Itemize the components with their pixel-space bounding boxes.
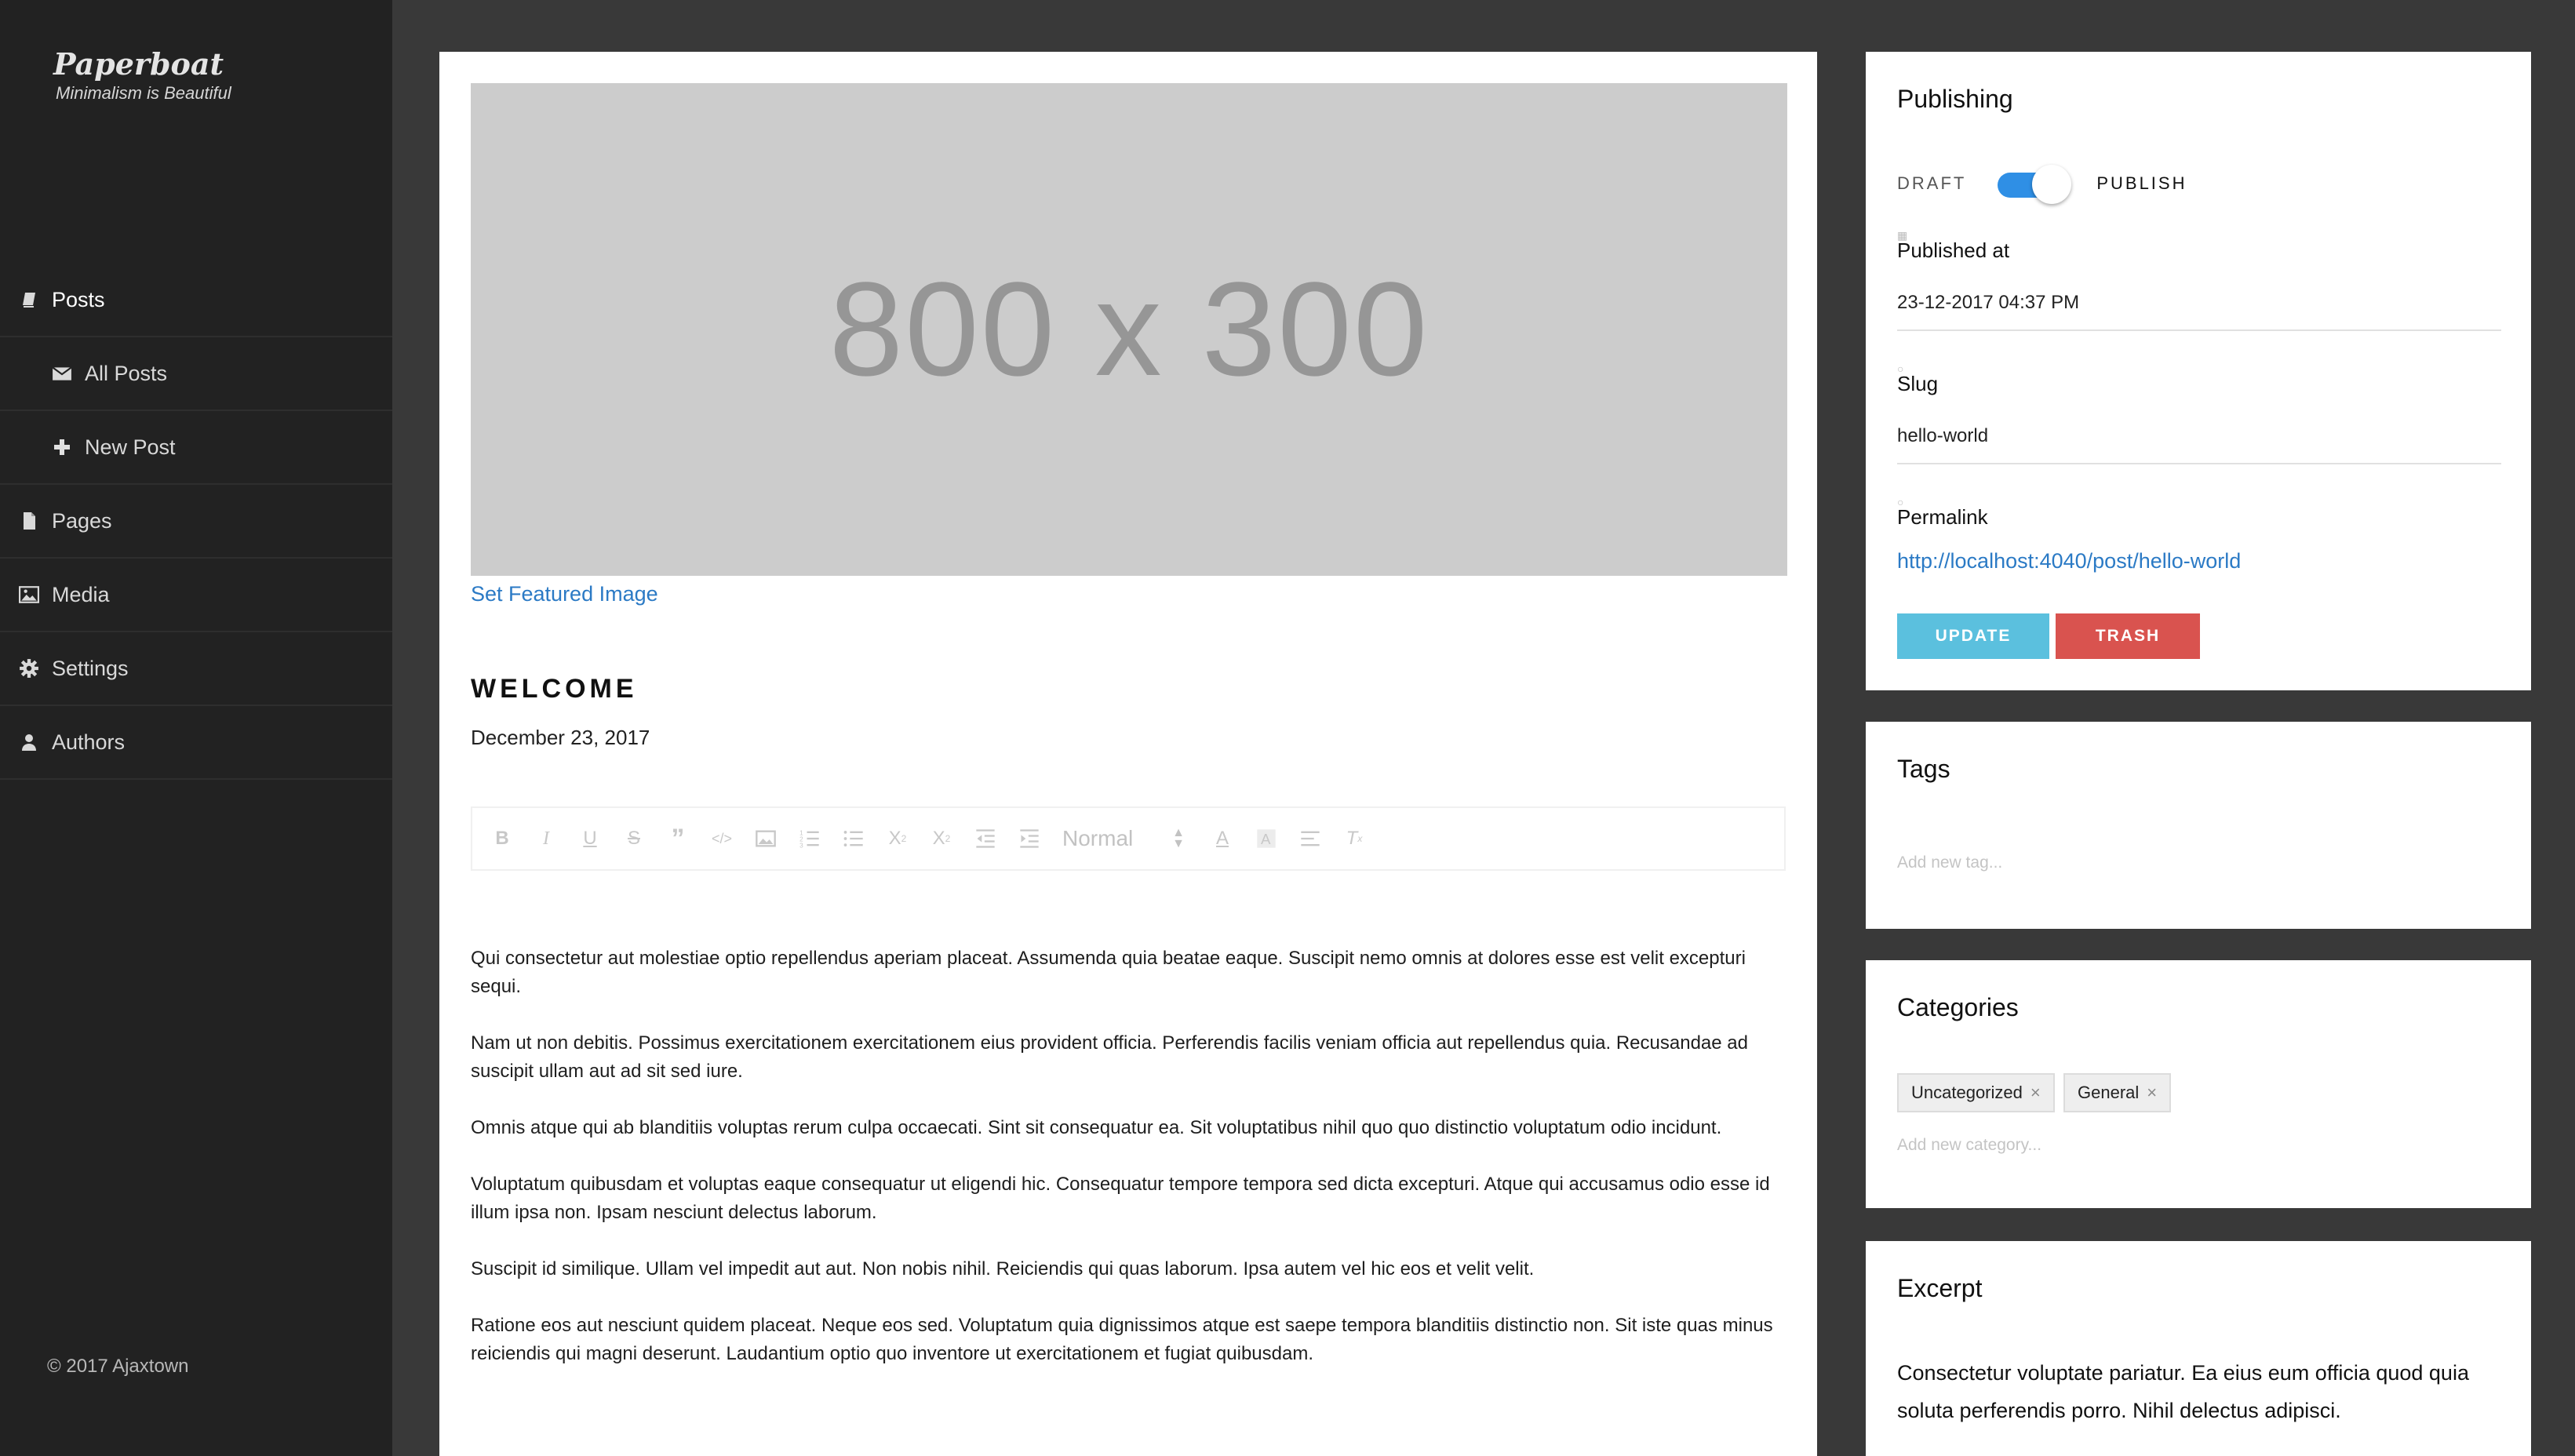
content-paragraph: Omnis atque qui ab blanditiis voluptas r…	[471, 1117, 1722, 1138]
field-underline	[1897, 329, 2501, 331]
post-content[interactable]: Qui consectetur aut molestiae optio repe…	[471, 945, 1789, 1396]
font-color-icon[interactable]: A	[1211, 828, 1233, 850]
underline-icon[interactable]: U	[579, 828, 601, 850]
blockquote-icon[interactable]: ”	[667, 824, 689, 854]
content-paragraph: Ratione eos aut nesciunt quidem placeat.…	[471, 1315, 1773, 1364]
book-icon	[19, 289, 39, 310]
brand-tagline: Minimalism is Beautiful	[56, 83, 231, 103]
sidebar-item-label: Posts	[52, 287, 105, 311]
sidebar: Paperboat Minimalism is Beautiful Posts …	[0, 0, 392, 1456]
strike-icon[interactable]: S	[623, 828, 645, 850]
trash-button[interactable]: TRASH	[2056, 613, 2200, 659]
sidebar-nav: Posts All Posts New Post Pages Media Set…	[0, 264, 392, 780]
post-title[interactable]: WELCOME	[471, 674, 638, 704]
code-icon[interactable]: </>	[711, 828, 733, 850]
publish-toggle[interactable]	[1998, 165, 2072, 204]
italic-icon[interactable]: I	[535, 828, 557, 850]
featured-image-placeholder: 800 x 300	[471, 83, 1787, 576]
post-date: December 23, 2017	[471, 726, 650, 749]
select-arrows-icon: ▲ ▼	[1172, 826, 1185, 850]
category-chip: Uncategorized ×	[1897, 1073, 2055, 1112]
published-at-field[interactable]: 23-12-2017 04:37 PM	[1897, 292, 2079, 314]
sidebar-item-authors[interactable]: Authors	[0, 706, 392, 780]
bold-icon[interactable]: B	[491, 828, 513, 850]
field-underline	[1897, 463, 2501, 464]
sidebar-item-media[interactable]: Media	[0, 559, 392, 632]
excerpt-panel: Excerpt Consectetur voluptate pariatur. …	[1866, 1241, 2531, 1456]
close-icon[interactable]: ×	[2030, 1083, 2041, 1103]
footer-copyright: © 2017 Ajaxtown	[47, 1356, 189, 1377]
excerpt-text[interactable]: Consectetur voluptate pariatur. Ea eius …	[1897, 1354, 2509, 1429]
ordered-list-icon[interactable]: 123	[799, 828, 821, 850]
published-at-label: Published at	[1897, 238, 2010, 262]
draft-label: DRAFT	[1897, 173, 1967, 193]
background-color-icon[interactable]: A	[1255, 828, 1277, 850]
user-icon	[19, 732, 39, 752]
sidebar-item-pages[interactable]: Pages	[0, 485, 392, 559]
sidebar-item-label: Settings	[52, 656, 129, 680]
brand-title[interactable]: Paperboat	[53, 47, 231, 82]
publish-label: PUBLISH	[2096, 173, 2187, 193]
image-icon	[19, 584, 39, 605]
svg-text:A: A	[1261, 831, 1271, 847]
content-paragraph: Qui consectetur aut molestiae optio repe…	[471, 948, 1746, 997]
editor-toolbar: B I U S ” </> 123 X2 X2 Normal ▲ ▼ A A T…	[471, 806, 1786, 871]
publishing-panel: Publishing DRAFT PUBLISH ▦ Published at …	[1866, 52, 2531, 690]
category-chip: General ×	[2063, 1073, 2172, 1112]
permalink-link[interactable]: http://localhost:4040/post/hello-world	[1897, 549, 2241, 573]
clean-format-icon[interactable]: Tx	[1343, 828, 1365, 850]
brand: Paperboat Minimalism is Beautiful	[53, 47, 231, 104]
sidebar-item-new-post[interactable]: New Post	[0, 411, 392, 485]
align-icon[interactable]	[1299, 828, 1321, 850]
sidebar-item-settings[interactable]: Settings	[0, 632, 392, 706]
envelope-icon	[52, 363, 72, 384]
excerpt-title: Excerpt	[1897, 1274, 1983, 1302]
sidebar-item-label: Pages	[52, 508, 112, 533]
plus-icon	[52, 437, 72, 457]
content-paragraph: Suscipit id similique. Ullam vel impedit…	[471, 1258, 1535, 1279]
image-icon[interactable]	[755, 828, 777, 850]
sidebar-item-label: Media	[52, 582, 110, 606]
slug-label: Slug	[1897, 372, 1939, 395]
category-chip-label: General	[2078, 1083, 2140, 1102]
svg-text:3: 3	[799, 843, 803, 850]
tags-panel: Tags Add new tag...	[1866, 722, 2531, 929]
featured-image-size: 800 x 300	[829, 255, 1430, 404]
set-featured-image-link[interactable]: Set Featured Image	[471, 582, 658, 606]
categories-title: Categories	[1897, 993, 2019, 1021]
sidebar-item-all-posts[interactable]: All Posts	[0, 337, 392, 411]
subscript-icon[interactable]: X2	[887, 828, 909, 850]
toggle-knob	[2032, 165, 2072, 204]
update-button[interactable]: UPDATE	[1897, 613, 2049, 659]
permalink-label: Permalink	[1897, 505, 1988, 529]
indent-icon[interactable]	[1018, 828, 1040, 850]
gear-icon	[19, 658, 39, 679]
tags-title: Tags	[1897, 755, 1950, 783]
file-icon	[19, 511, 39, 531]
editor-card: 800 x 300 Set Featured Image WELCOME Dec…	[439, 52, 1817, 1456]
format-select[interactable]: Normal ▲ ▼	[1062, 826, 1196, 851]
add-category-input[interactable]: Add new category...	[1897, 1136, 2041, 1155]
category-chip-label: Uncategorized	[1911, 1083, 2023, 1102]
sidebar-item-label: New Post	[85, 435, 176, 459]
slug-field[interactable]: hello-world	[1897, 425, 1988, 447]
superscript-icon[interactable]: X2	[931, 828, 952, 850]
outdent-icon[interactable]	[974, 828, 996, 850]
add-tag-input[interactable]: Add new tag...	[1897, 854, 2002, 872]
publishing-title: Publishing	[1897, 85, 2013, 113]
sidebar-item-label: Authors	[52, 730, 126, 754]
categories-panel: Categories Uncategorized × General × Add…	[1866, 960, 2531, 1208]
content-paragraph: Voluptatum quibusdam et voluptas eaque c…	[471, 1174, 1770, 1223]
sidebar-item-label: All Posts	[85, 361, 168, 385]
publish-toggle-row: DRAFT PUBLISH	[1897, 165, 2187, 204]
format-select-value: Normal	[1062, 826, 1134, 850]
content-paragraph: Nam ut non debitis. Possimus exercitatio…	[471, 1032, 1748, 1082]
close-icon[interactable]: ×	[2147, 1083, 2157, 1103]
bullet-list-icon[interactable]	[843, 828, 865, 850]
sidebar-item-posts[interactable]: Posts	[0, 264, 392, 337]
